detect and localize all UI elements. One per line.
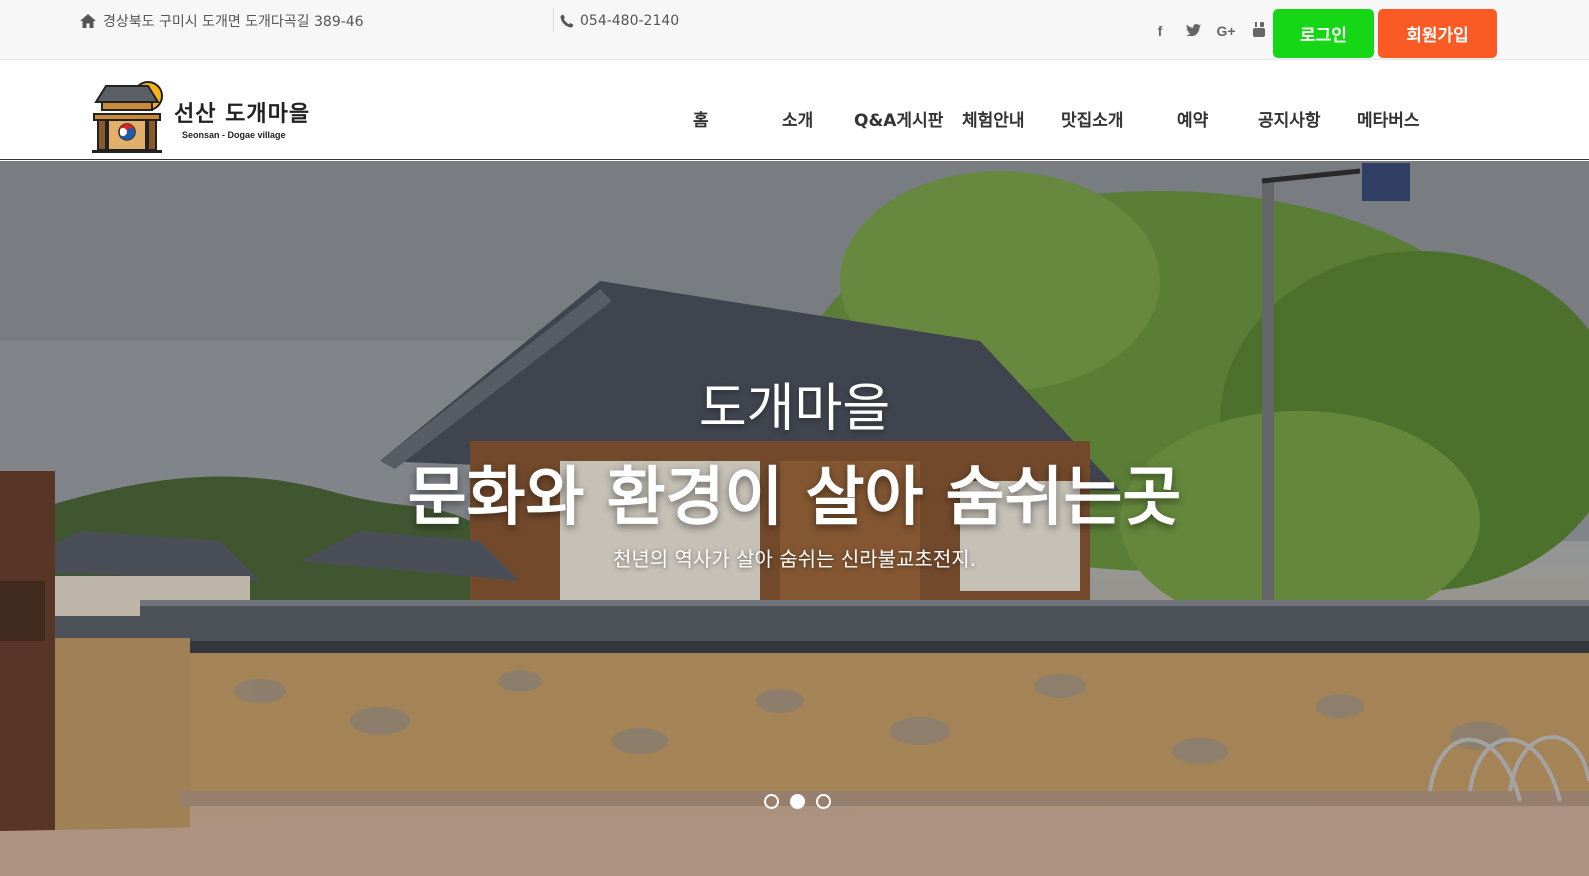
topbar-divider	[553, 8, 554, 32]
logo-subtitle: Seonsan - Dogae village	[182, 130, 286, 140]
home-icon	[80, 14, 96, 28]
signup-button[interactable]: 회원가입	[1378, 9, 1497, 58]
hero-subtitle: 천년의 역사가 살아 숨쉬는 신라불교초전지.	[613, 547, 976, 571]
site-header: 선산 도개마을 Seonsan - Dogae village 홈 소개 Q&A…	[0, 60, 1589, 160]
slider-dot-3[interactable]	[816, 794, 831, 809]
social-links: f G+	[1150, 22, 1269, 40]
twitter-icon[interactable]	[1183, 23, 1203, 39]
slider-dot-1[interactable]	[764, 794, 779, 809]
nav-item-about[interactable]: 소개	[782, 106, 813, 131]
hero-headline: 문화와 환경이 살아 숨쉬는곳	[407, 461, 1182, 535]
youtube-icon[interactable]	[1249, 22, 1269, 40]
nav-item-restaurants[interactable]: 맛집소개	[1061, 106, 1124, 131]
main-nav: 홈 소개 Q&A게시판 체험안내 맛집소개 예약 공지사항 메타버스	[0, 106, 1589, 131]
phone-info: 054-480-2140	[560, 11, 679, 31]
slider-indicators	[764, 794, 831, 809]
nav-item-notice[interactable]: 공지사항	[1258, 106, 1321, 131]
phone-text: 054-480-2140	[580, 13, 680, 29]
nav-item-reservation[interactable]: 예약	[1177, 106, 1208, 131]
nav-item-home[interactable]: 홈	[693, 106, 709, 131]
login-button[interactable]: 로그인	[1273, 9, 1374, 58]
hero-slider[interactable]: 도개마을 문화와 환경이 살아 숨쉬는곳 천년의 역사가 살아 숨쉬는 신라불교…	[0, 161, 1589, 876]
google-plus-icon[interactable]: G+	[1216, 23, 1236, 39]
slider-dot-2[interactable]	[790, 794, 805, 809]
phone-icon	[560, 14, 574, 28]
nav-item-metaverse[interactable]: 메타버스	[1357, 106, 1420, 131]
hero-title: 도개마을	[698, 379, 891, 439]
facebook-icon[interactable]: f	[1150, 23, 1170, 39]
address-text: 경상북도 구미시 도개면 도개다곡길 389-46	[103, 14, 364, 30]
top-bar: 경상북도 구미시 도개면 도개다곡길 389-46 054-480-2140 f…	[0, 0, 1589, 60]
address-info: 경상북도 구미시 도개면 도개다곡길 389-46	[80, 11, 364, 31]
nav-item-qna[interactable]: Q&A게시판	[854, 106, 943, 131]
nav-item-experience[interactable]: 체험안내	[962, 106, 1025, 131]
